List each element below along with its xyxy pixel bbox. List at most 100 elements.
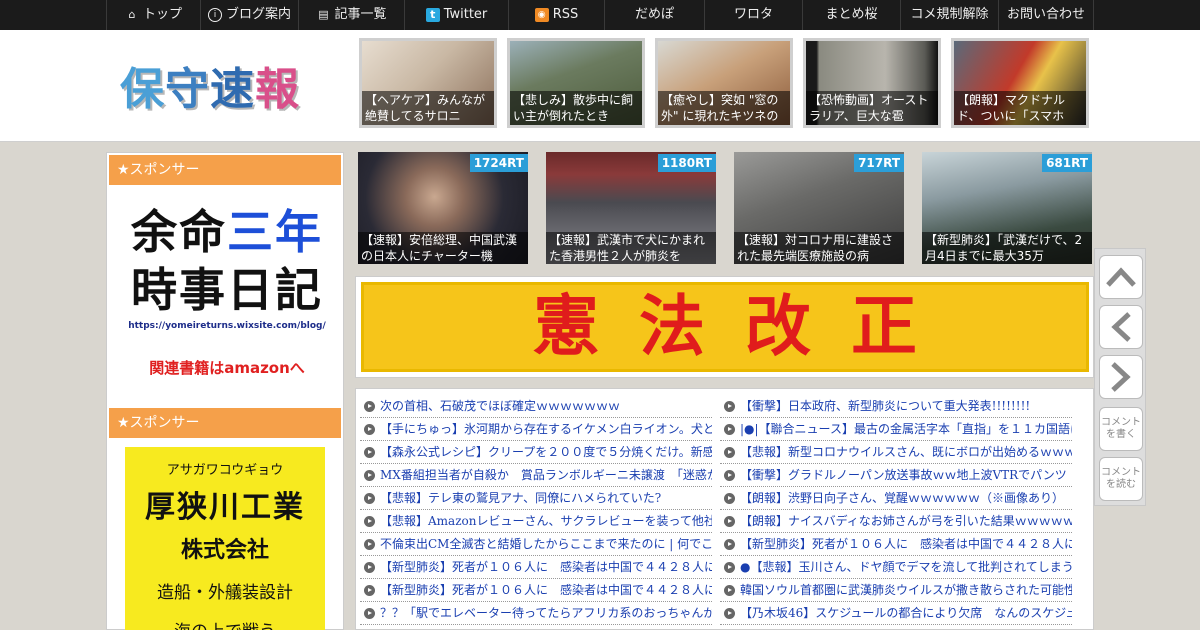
banner-text: 憲法改正 [361,282,1089,372]
logo-char: 守 [165,64,210,115]
floating-toolbar: コメントを書く コメントを読む [1094,248,1146,506]
bullet-arrow-icon [724,608,735,619]
article-link[interactable]: 【悲報】テレ東の鷲見アナ、同僚にハメられていた? [360,487,712,510]
bullet-arrow-icon [364,470,375,481]
article-link[interactable]: 【衝撃】日本政府、新型肺炎について重大発表!!!!!!!! [720,395,1072,418]
header-article-thumb[interactable]: 【悲しみ】散歩中に飼い主が倒れたとき [507,38,645,128]
link-text: 【新型肺炎】死者が１０６人に 感染者は中国で４４２８人に [380,560,712,574]
article-link[interactable]: 【手にちゅっ】氷河期から存在するイケメン白ライオン。犬と [360,418,712,441]
link-text: 【乃木坂46】スケジュールの都合により欠席 なんのスケジュ [740,606,1072,620]
bullet-arrow-icon [724,585,735,596]
nav-top[interactable]: ⌂ トップ [106,0,200,30]
article-link[interactable]: ●【悲報】玉川さん、ドヤ顔でデマを流して批判されてしまう な [720,556,1072,579]
nav-label: ブログ案内 [225,7,291,22]
link-text: 【悲報】新型コロナウイルスさん、既にボロが出始めるｗｗｗ [740,445,1072,459]
article-link[interactable]: 次の首相、石破茂でほぼ確定ｗｗｗｗｗｗｗ [360,395,712,418]
article-link[interactable]: ？？「駅でエレベーター待ってたらアフリカ系のおっちゃんが [360,602,712,625]
bullet-arrow-icon [724,493,735,504]
previous-article-button[interactable] [1099,305,1143,349]
next-article-button[interactable] [1099,355,1143,399]
header-article-thumb[interactable]: 【朗報】マクドナルド、ついに「スマホ [951,38,1089,128]
scroll-top-button[interactable] [1099,255,1143,299]
article-link[interactable]: 韓国ソウル首都圏に武漢肺炎ウイルスが撒き散らされた可能性 [720,579,1072,602]
ranking-article[interactable]: 681RT 【新型肺炎】「武漢だけで、2月4日までに最大35万 [922,152,1092,264]
retweet-count: 1724RT [469,154,528,172]
nav-rss[interactable]: ◉ RSS [508,0,604,30]
article-link[interactable]: 【乃木坂46】スケジュールの都合により欠席 なんのスケジュ [720,602,1072,625]
article-link[interactable]: 不倫束出CM全滅杏と結婚したからここまで来たのに | 何でここ [360,533,712,556]
nav-damepo[interactable]: だめぽ [604,0,704,30]
ad-title-line2: 時事日記 [131,263,323,317]
bullet-arrow-icon [364,424,375,435]
home-icon: ⌂ [128,8,136,21]
nav-comment-unblock[interactable]: コメ規制解除 [900,0,998,30]
logo-char: 保 [120,64,165,115]
article-link[interactable]: 【悲報】新型コロナウイルスさん、既にボロが出始めるｗｗｗ [720,441,1072,464]
article-link[interactable]: MX番組担当者が自殺か 賞品ランボルギーニ未譲渡 「迷惑か [360,464,712,487]
article-link[interactable]: 【朗報】ナイスバディなお姉さんが弓を引いた結果ｗｗｗｗｗ [720,510,1072,533]
nav-contact[interactable]: お問い合わせ [998,0,1094,30]
thumb-caption: 【新型肺炎】「武漢だけで、2月4日までに最大35万 [922,232,1092,264]
article-link[interactable]: |●|【聯合ニュース】最古の金属活字本「直指」を１１カ国語に [720,418,1072,441]
ad-more: 海の上で戦う [125,617,325,630]
nav-label: ワロタ [733,7,773,22]
header-article-thumb[interactable]: 【恐怖動画】オーストラリア、巨大な雹 [803,38,941,128]
link-text: 【衝撃】日本政府、新型肺炎について重大発表!!!!!!!! [740,399,1031,413]
bullet-arrow-icon [724,516,735,527]
article-link[interactable]: 【悲報】Amazonレビューさん、サクラレビューを装って他社を [360,510,712,533]
read-comment-button[interactable]: コメントを読む [1099,457,1143,501]
article-link[interactable]: 【新型肺炎】死者が１０６人に 感染者は中国で４４２８人に [360,579,712,602]
article-link[interactable]: 【森永公式レシピ】クリープを２００度で５分焼くだけ。新感 [360,441,712,464]
link-text: 【朗報】渋野日向子さん、覚醒ｗｗｗｗｗｗ（※画像あり） [740,491,1065,505]
link-text: 【悲報】Amazonレビューさん、サクラレビューを装って他社を [380,514,712,528]
constitution-banner[interactable]: 憲法改正 [355,276,1094,378]
article-link[interactable]: 【朗報】渋野日向子さん、覚醒ｗｗｗｗｗｗ（※画像あり） [720,487,1072,510]
bullet-arrow-icon [364,562,375,573]
ranking-article[interactable]: 1180RT 【速報】武漢市で犬にかまれた香港男性２人が肺炎を [546,152,716,264]
retweet-count: 681RT [1042,154,1092,172]
thumb-caption: 【速報】対コロナ用に建設された最先端医療施設の病 [734,232,904,264]
ad-amazon-link[interactable]: 関連書籍はamazonへ [127,357,327,378]
nav-label: まとめ桜 [825,7,878,22]
nav-article-list[interactable]: ▤ 記事一覧 [298,0,404,30]
ad-text: 三年 [227,205,323,259]
retweet-count: 717RT [854,154,904,172]
link-text: 【衝撃】グラドルノーパン放送事故ｗｗ地上波VTRでパンツ [740,468,1067,482]
nav-warota[interactable]: ワロタ [704,0,802,30]
nav-blog-guide[interactable]: i ブログ案内 [200,0,298,30]
ranking-article[interactable]: 1724RT 【速報】安倍総理、中国武漢の日本人にチャーター機 [358,152,528,264]
ad-company: 厚狭川工業 [145,490,305,525]
twitter-icon: t [425,8,440,22]
link-text: 不倫束出CM全滅杏と結婚したからここまで来たのに | 何でここ [380,537,712,551]
bullet-arrow-icon [724,401,735,412]
link-text: 【森永公式レシピ】クリープを２００度で５分焼くだけ。新感 [380,445,712,459]
bullet-arrow-icon [364,539,375,550]
thumb-caption: 【悲しみ】散歩中に飼い主が倒れたとき [510,91,642,125]
site-logo[interactable]: 保守速報 [120,52,330,118]
ad-url: https://yomeireturns.wixsite.com/blog/ [128,321,326,331]
sponsor-ad-yomei[interactable]: 余命三年 時事日記 https://yomeireturns.wixsite.c… [127,203,327,383]
logo-char: 速 [210,64,255,115]
header-article-thumb[interactable]: 【ヘアケア】みんなが絶賛してるサロニ [359,38,497,128]
article-link[interactable]: 【衝撃】グラドルノーパン放送事故ｗｗ地上波VTRでパンツ [720,464,1072,487]
sponsor-ad-asagawa[interactable]: アサガワコウギョウ 厚狭川工業 株式会社 造船・外艤装設計 海の上で戦う [125,447,325,630]
ad-service: 造船・外艤装設計 [157,583,293,603]
nav-matome-sakura[interactable]: まとめ桜 [802,0,900,30]
article-link[interactable]: 【新型肺炎】死者が１０６人に 感染者は中国で４４２８人に [360,556,712,579]
bullet-arrow-icon [364,608,375,619]
ad-kk: 株式会社 [180,538,269,563]
article-link[interactable]: 【新型肺炎】死者が１０６人に 感染者は中国で４４２８人に [720,533,1072,556]
header-article-thumb[interactable]: 【癒やし】突如 "窓の外" に現れたキツネの [655,38,793,128]
sidebar: ★スポンサー 余命三年 時事日記 https://yomeireturns.wi… [106,152,344,630]
nav-label: お問い合わせ [1006,7,1085,22]
ad-kana: アサガワコウギョウ [166,463,284,478]
top-navigation: ⌂ トップ i ブログ案内 ▤ 記事一覧 t Twitter ◉ RSS だめぽ… [0,0,1200,30]
ad-text: 余命 [131,205,227,259]
bullet-arrow-icon [724,447,735,458]
ranking-article[interactable]: 717RT 【速報】対コロナ用に建設された最先端医療施設の病 [734,152,904,264]
write-comment-button[interactable]: コメントを書く [1099,407,1143,451]
site-header: 保守速報 【ヘアケア】みんなが絶賛してるサロニ 【悲しみ】散歩中に飼い主が倒れた… [0,30,1200,142]
nav-twitter[interactable]: t Twitter [404,0,508,30]
bullet-arrow-icon [724,562,735,573]
retweet-count: 1180RT [657,154,716,172]
